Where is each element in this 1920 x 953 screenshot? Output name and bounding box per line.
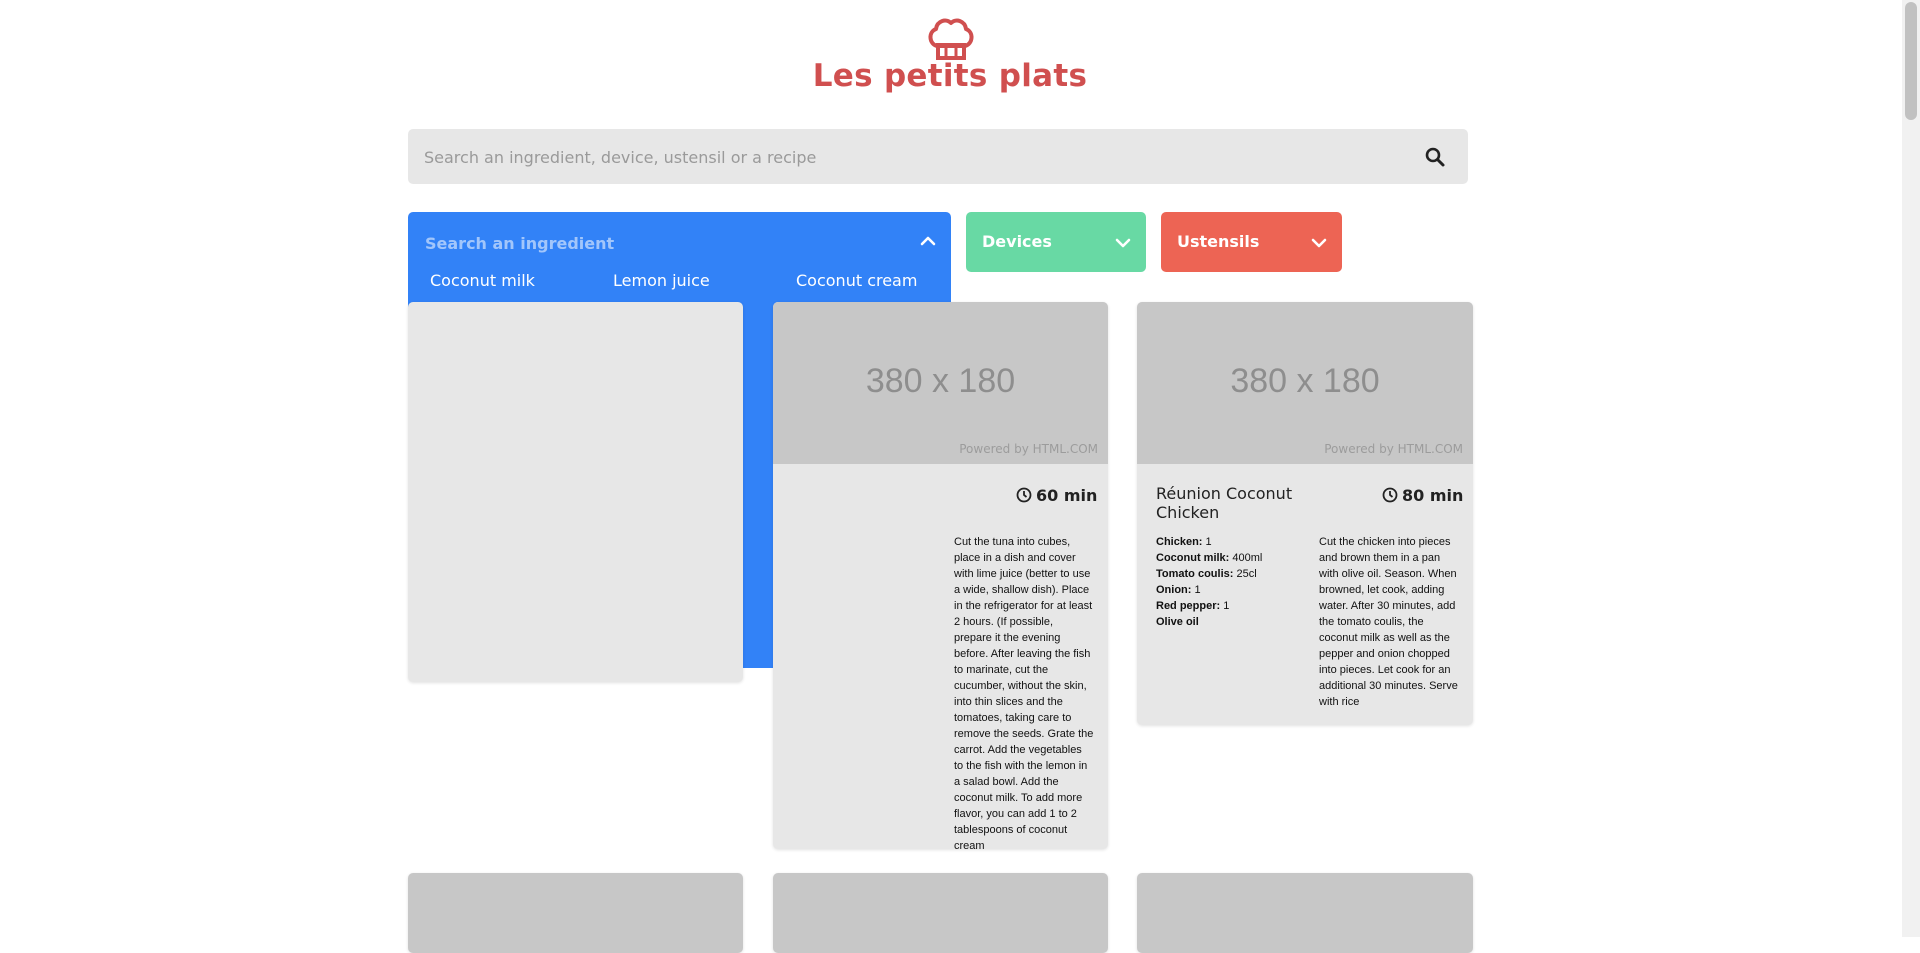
recipe-ingredients: Chicken: 1 Coconut milk: 400ml Tomato co… <box>1156 534 1306 630</box>
recipe-card[interactable] <box>1137 873 1473 953</box>
page-scrollbar[interactable] <box>1902 0 1920 937</box>
image-credit: Powered by HTML.COM <box>1324 442 1463 456</box>
recipe-card[interactable]: 380 x 180 Powered by HTML.COM Réunion Co… <box>1137 302 1473 725</box>
chevron-down-icon[interactable] <box>1115 238 1131 248</box>
chevron-up-icon[interactable] <box>920 236 936 246</box>
chevron-down-icon[interactable] <box>1311 238 1327 248</box>
recipe-description: Cut the chicken into pieces and brown th… <box>1319 536 1458 708</box>
app-title: Les petits plats <box>812 58 1088 94</box>
ustensils-filter-label: Ustensils <box>1177 232 1260 251</box>
recipe-time-value: 80 min <box>1402 486 1464 505</box>
recipe-ingredient: Coconut milk: 400ml <box>1156 552 1263 564</box>
image-credit: Powered by HTML.COM <box>959 442 1098 456</box>
recipe-card[interactable] <box>773 873 1108 953</box>
recipe-title: Réunion Coconut Chicken <box>1156 484 1293 522</box>
recipe-description: Cut the tuna into cubes, place in a dish… <box>954 536 1094 849</box>
devices-filter-label: Devices <box>982 232 1052 251</box>
ingredient-option[interactable]: Lemon juice <box>613 269 796 300</box>
ustensils-filter[interactable]: Ustensils <box>1161 212 1342 272</box>
devices-filter[interactable]: Devices <box>966 212 1146 272</box>
ingredient-search-input[interactable] <box>423 229 897 257</box>
main-search-input[interactable] <box>422 129 1386 186</box>
page-header: Les petits plats <box>0 0 1900 110</box>
clock-icon <box>1016 487 1032 503</box>
recipe-time: 80 min <box>1382 486 1463 505</box>
recipe-image-text: 380 x 180 <box>865 362 1016 400</box>
recipe-card[interactable] <box>408 873 743 953</box>
recipe-image-text: 380 x 180 <box>1230 362 1380 400</box>
main-search-bar <box>408 129 1468 186</box>
recipe-time-value: 60 min <box>1036 486 1098 505</box>
recipe-card[interactable]: 380 x 180 Powered by HTML.COM 60 min Cut… <box>773 302 1108 849</box>
recipe-image: 380 x 180 Powered by HTML.COM <box>773 302 1108 464</box>
search-icon[interactable] <box>1424 146 1446 168</box>
recipe-ingredient: Onion: 1 <box>1156 584 1201 596</box>
recipe-ingredient: Olive oil <box>1156 616 1199 628</box>
recipe-ingredient: Chicken: 1 <box>1156 536 1212 548</box>
chef-hat-icon <box>928 18 974 60</box>
recipe-ingredient: Tomato coulis: 25cl <box>1156 568 1257 580</box>
ingredient-option[interactable]: Coconut cream <box>796 269 940 300</box>
recipe-time: 60 min <box>1016 486 1097 505</box>
recipe-image: 380 x 180 Powered by HTML.COM <box>1137 302 1473 464</box>
recipe-ingredient: Red pepper: 1 <box>1156 600 1230 612</box>
scrollbar-thumb[interactable] <box>1905 2 1917 120</box>
clock-icon <box>1382 487 1398 503</box>
ingredient-option[interactable]: Coconut milk <box>430 269 613 300</box>
recipe-card[interactable] <box>408 302 743 682</box>
